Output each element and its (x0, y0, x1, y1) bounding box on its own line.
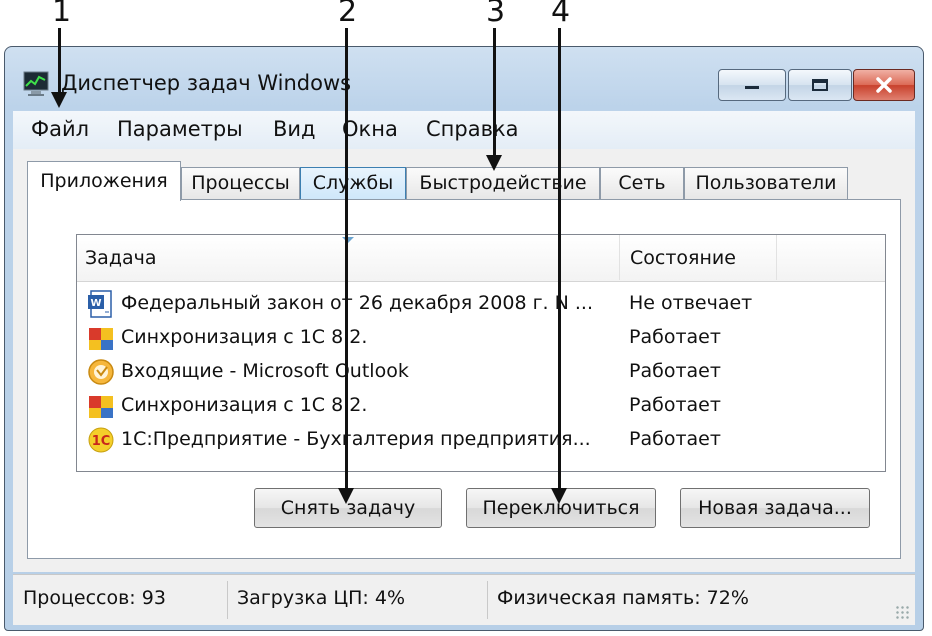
callout-4: 4 (551, 0, 571, 29)
tab-networking[interactable]: Сеть (600, 167, 684, 199)
list-item[interactable]: Входящие - Microsoft Outlook Работает (77, 355, 885, 389)
list-item[interactable]: 1С 1С:Предприятие - Бухгалтерия предприя… (77, 423, 885, 457)
task-name: Федеральный закон от 26 декабря 2008 г. … (121, 292, 594, 314)
list-item[interactable]: W Федеральный закон от 26 декабря 2008 г… (77, 287, 885, 321)
task-state: Работает (629, 394, 721, 416)
task-state: Работает (629, 360, 721, 382)
menu-file[interactable]: Файл (31, 117, 89, 141)
status-bar: Процессов: 93 Загрузка ЦП: 4% Физическая… (13, 574, 915, 625)
callout-1-line (58, 28, 61, 94)
1c-sync-icon (89, 396, 113, 418)
list-header: Задача Состояние (77, 235, 885, 282)
status-processes: Процессов: 93 (23, 587, 166, 609)
minimize-icon (745, 86, 759, 89)
maximize-button[interactable] (788, 69, 852, 101)
close-icon (876, 77, 892, 93)
callout-3: 3 (486, 0, 506, 29)
callout-1: 1 (52, 0, 72, 29)
menu-view[interactable]: Вид (273, 117, 316, 141)
window-title: Диспетчер задач Windows (61, 71, 352, 95)
tab-users[interactable]: Пользователи (684, 167, 848, 199)
list-item[interactable]: Синхронизация с 1С 8.2. Работает (77, 389, 885, 423)
resize-grip-icon[interactable] (895, 605, 909, 619)
maximize-icon (812, 79, 828, 91)
column-state-label: Состояние (630, 247, 736, 269)
menu-windows[interactable]: Окна (342, 117, 398, 141)
status-memory: Физическая память: 72% (497, 587, 749, 609)
callout-1-arrow (51, 92, 67, 108)
minimize-button[interactable] (718, 69, 786, 101)
callout-2-arrow (338, 488, 354, 504)
callout-3-line (493, 28, 496, 158)
task-manager-icon (23, 71, 49, 96)
callout-4-arrow (551, 488, 567, 504)
1c-sync-icon (89, 328, 113, 350)
task-state: Работает (629, 428, 721, 450)
client-area: Приложения Процессы Службы Быстродействи… (13, 149, 915, 572)
column-task-label: Задача (85, 247, 157, 269)
task-state: Работает (629, 326, 721, 348)
callout-2-line (345, 28, 348, 492)
applications-panel: Задача Состояние W Федеральный закон от … (27, 199, 901, 559)
tab-processes[interactable]: Процессы (181, 167, 300, 199)
status-cpu: Загрузка ЦП: 4% (237, 587, 405, 609)
task-manager-window: Диспетчер задач Windows Файл Параметры В… (4, 46, 924, 631)
status-separator (227, 581, 228, 619)
task-list[interactable]: Задача Состояние W Федеральный закон от … (76, 234, 886, 472)
close-button[interactable] (853, 69, 915, 101)
menu-bar: Файл Параметры Вид Окна Справка (13, 111, 915, 149)
task-state: Не отвечает (629, 292, 753, 314)
column-task[interactable]: Задача (85, 247, 617, 281)
task-name: 1С:Предприятие - Бухгалтерия предприятия… (121, 428, 591, 450)
list-item[interactable]: Синхронизация с 1С 8.2. Работает (77, 321, 885, 355)
task-name: Входящие - Microsoft Outlook (121, 360, 409, 382)
task-name: Синхронизация с 1С 8.2. (121, 326, 368, 348)
callout-4-line (558, 28, 561, 492)
1c-enterprise-icon: 1С (88, 427, 114, 453)
outlook-icon (88, 359, 114, 385)
tab-applications[interactable]: Приложения (27, 161, 181, 201)
callout-2: 2 (338, 0, 358, 29)
column-state[interactable]: Состояние (619, 235, 777, 280)
tab-services[interactable]: Службы (300, 167, 406, 199)
menu-help[interactable]: Справка (426, 117, 519, 141)
new-task-button[interactable]: Новая задача... (680, 488, 870, 528)
title-bar[interactable]: Диспетчер задач Windows (5, 47, 923, 109)
sort-arrow-icon (342, 237, 354, 243)
svg-text:W: W (90, 298, 101, 309)
word-doc-icon: W (88, 290, 112, 318)
callout-3-arrow (486, 155, 502, 171)
menu-options[interactable]: Параметры (117, 117, 243, 141)
status-separator (487, 581, 488, 619)
task-name: Синхронизация с 1С 8.2. (121, 394, 368, 416)
svg-text:1С: 1С (92, 434, 111, 449)
tab-performance[interactable]: Быстродействие (406, 167, 600, 199)
